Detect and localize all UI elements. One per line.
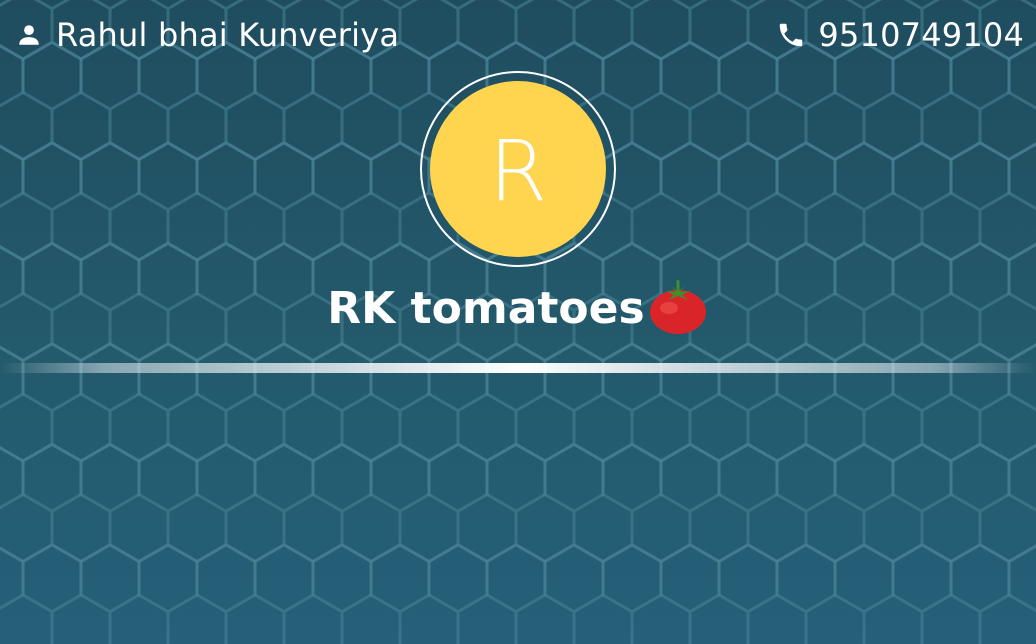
phone-number[interactable]: 9510749104	[818, 16, 1024, 54]
business-name: RK tomatoes	[327, 283, 645, 334]
avatar: R	[430, 81, 606, 257]
owner-name: Rahul bhai Kunveriya	[56, 16, 400, 54]
avatar-ring: R	[420, 71, 616, 267]
tomato-icon	[647, 278, 709, 340]
owner-info: Rahul bhai Kunveriya	[16, 16, 399, 54]
avatar-letter: R	[488, 122, 548, 220]
phone-info[interactable]: 9510749104	[776, 16, 1024, 54]
top-bar: Rahul bhai Kunveriya 9510749104	[0, 0, 1036, 72]
business-title: RK tomatoes	[0, 278, 1036, 340]
phone-icon	[776, 20, 806, 50]
person-icon	[16, 22, 42, 48]
divider	[0, 363, 1036, 373]
